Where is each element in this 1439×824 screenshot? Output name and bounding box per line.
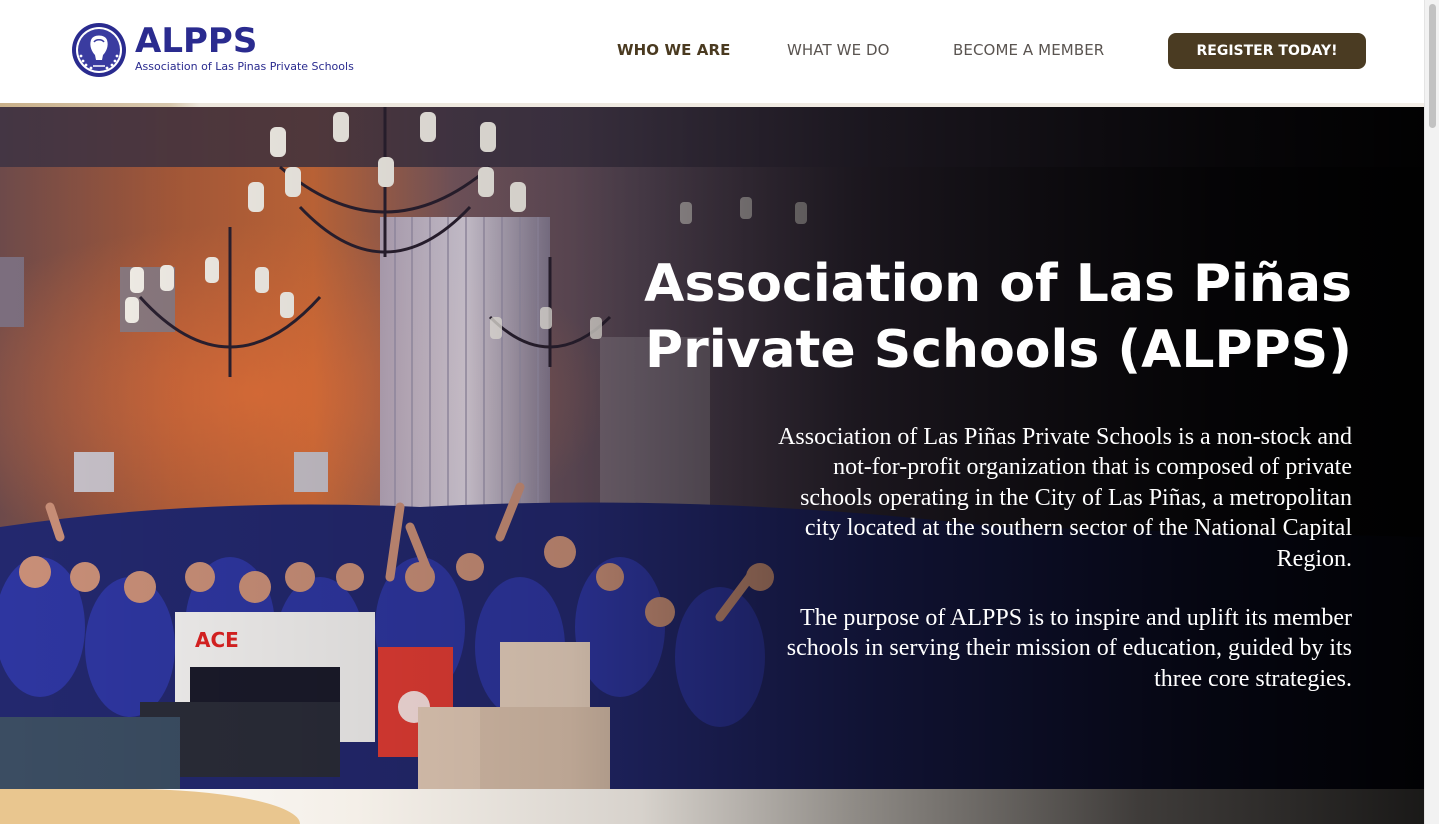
hero-purpose: The purpose of ALPPS is to inspire and u… [786,605,1352,692]
logo-title: ALPPS [135,21,258,61]
next-section-band [0,789,1424,824]
gold-accent-shape [0,789,300,824]
nav-what-we-do[interactable]: WHAT WE DO [787,41,890,59]
hero-section: ACE Association of Las Piñas Private Sch… [0,107,1424,789]
register-today-button[interactable]: REGISTER TODAY! [1168,33,1366,69]
logo-text: ALPPS Association of Las Pinas Private S… [135,22,354,74]
logo-subtitle: Association of Las Pinas Private Schools [135,60,354,73]
site-header: ALPPS Association of Las Pinas Private S… [0,0,1424,104]
nav-become-a-member[interactable]: BECOME A MEMBER [953,41,1104,59]
hero-title: Association of Las Piñas Private Schools… [644,254,1352,380]
hero-description: Association of Las Piñas Private Schools… [778,424,1352,572]
page-scrollbar[interactable] [1424,0,1439,824]
scrollbar-thumb[interactable] [1429,4,1436,128]
alpps-emblem-icon [72,23,126,77]
logo-link[interactable]: ALPPS Association of Las Pinas Private S… [71,22,371,80]
nav-who-we-are[interactable]: WHO WE ARE [617,41,731,59]
